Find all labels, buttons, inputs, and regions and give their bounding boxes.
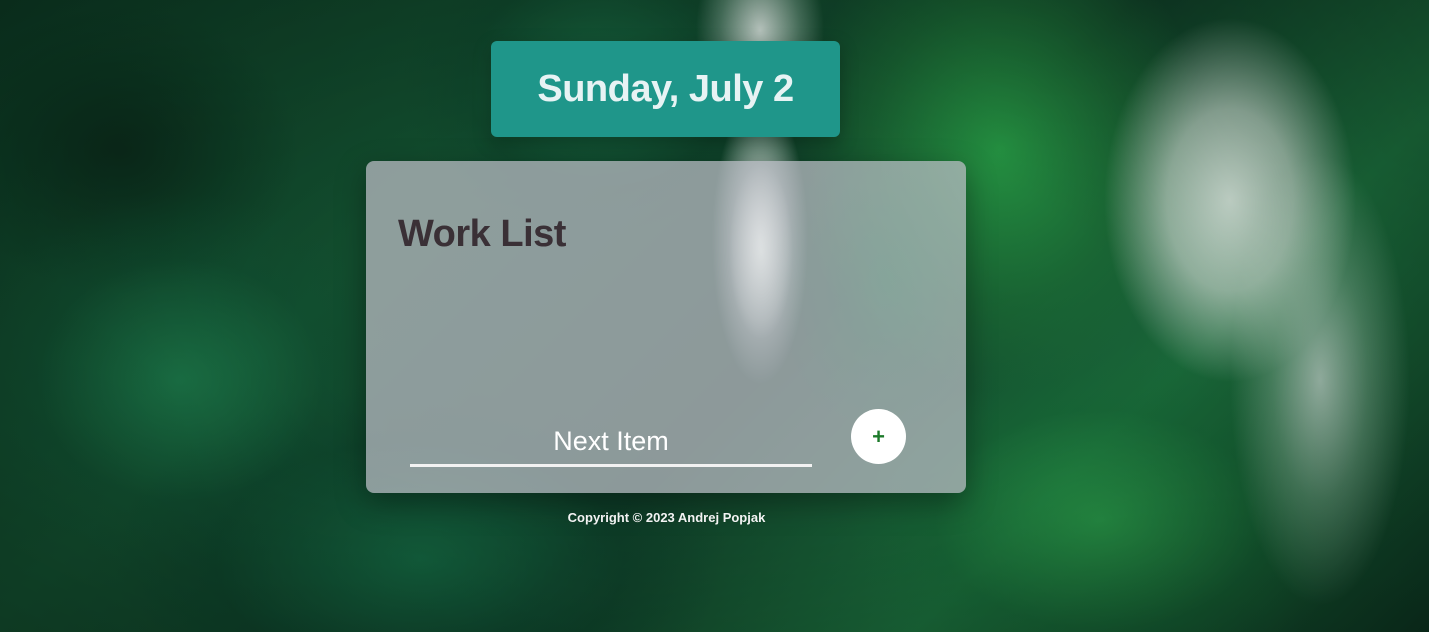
todo-card: Work List + <box>366 161 966 493</box>
footer-copyright: Copyright © 2023 Andrej Popjak <box>567 510 766 525</box>
date-header: Sunday, July 2 <box>491 41 840 137</box>
plus-icon: + <box>872 423 885 449</box>
date-title: Sunday, July 2 <box>537 67 794 110</box>
list-title: Work List <box>398 213 566 255</box>
new-item-input[interactable] <box>410 419 812 467</box>
add-item-button[interactable]: + <box>851 409 906 464</box>
